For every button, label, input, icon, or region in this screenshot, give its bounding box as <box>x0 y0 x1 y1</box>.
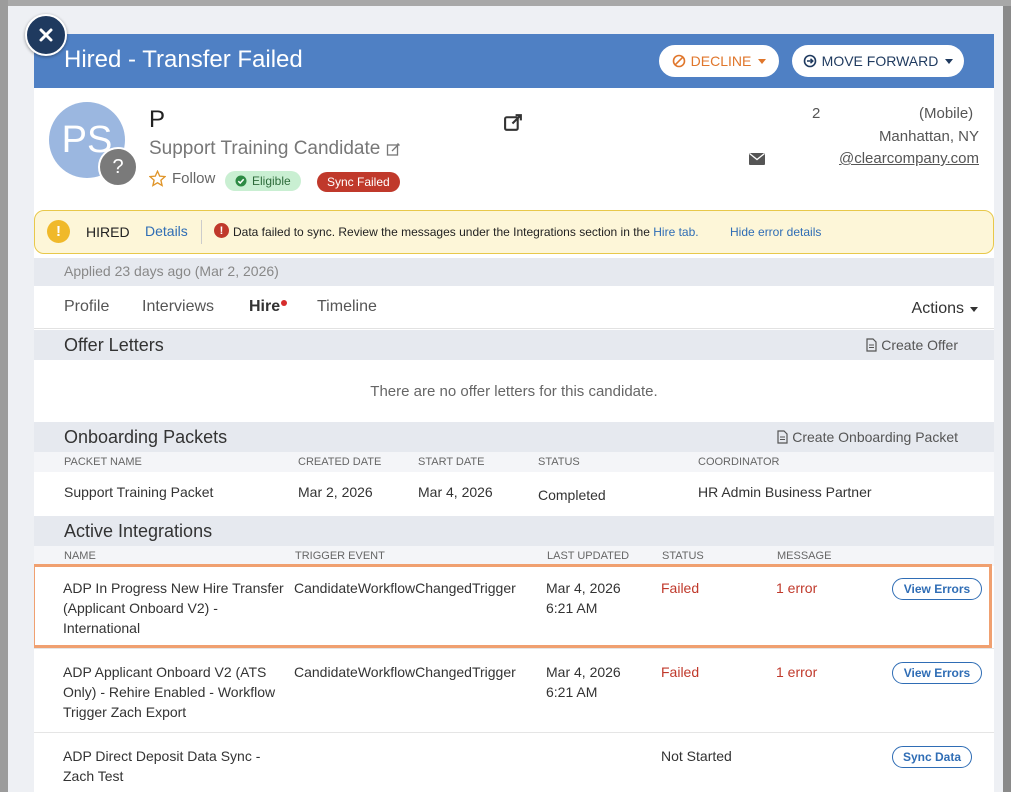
sync-error-alert: ! HIRED Details ! Data failed to sync. R… <box>34 210 994 254</box>
mail-icon <box>749 152 765 170</box>
chevron-down-icon <box>970 306 978 312</box>
divider <box>34 732 994 733</box>
no-offer-letters-text: There are no offer letters for this cand… <box>370 383 658 400</box>
document-icon <box>866 338 877 352</box>
col-name: NAME <box>64 550 96 562</box>
move-forward-label: MOVE FORWARD <box>821 53 939 69</box>
integration-name: ADP Applicant Onboard V2 (ATS Only) - Re… <box>63 664 276 720</box>
modal-header: Hired - Transfer Failed DECLINE MOVE FOR… <box>34 34 994 88</box>
decline-button[interactable]: DECLINE <box>659 45 779 77</box>
close-button[interactable] <box>25 14 67 56</box>
integration-status: Not Started <box>661 748 732 764</box>
hired-status: HIRED <box>86 224 130 240</box>
candidate-name: P <box>149 106 166 133</box>
check-circle-icon <box>235 175 247 187</box>
create-offer-button[interactable]: Create Offer <box>866 337 958 353</box>
question-icon[interactable]: ? <box>98 147 138 187</box>
candidate-role-label: Support Training Candidate <box>149 138 381 159</box>
close-icon <box>39 28 53 42</box>
alert-message: Data failed to sync. Review the messages… <box>233 225 699 239</box>
col-coordinator: COORDINATOR <box>698 456 780 468</box>
contact-email-link[interactable]: @clearcompany.com <box>839 150 979 167</box>
col-message: MESSAGE <box>777 550 832 562</box>
contact-location: Manhattan, NY <box>878 128 979 145</box>
integration-status: Failed <box>661 664 700 680</box>
packet-status: Completed <box>538 487 606 503</box>
col-last-updated: LAST UPDATED <box>547 550 630 562</box>
offer-letters-title: Offer Letters <box>64 335 164 355</box>
move-forward-button[interactable]: MOVE FORWARD <box>792 45 964 77</box>
tab-hire[interactable]: Hire <box>249 298 280 316</box>
notification-dot <box>281 300 287 306</box>
follow-label: Follow <box>172 170 216 187</box>
packet-name: Support Training Packet <box>64 484 214 500</box>
contact-phone-type: (Mobile) <box>919 105 974 122</box>
backdrop-left <box>0 0 8 792</box>
warning-icon: ! <box>47 220 70 243</box>
integration-time: 6:21 AM <box>546 684 598 700</box>
sync-data-button[interactable]: Sync Data <box>892 746 972 768</box>
integration-message: 1 error <box>776 664 818 680</box>
packet-start: Mar 4, 2026 <box>418 484 493 500</box>
details-link[interactable]: Details <box>145 223 188 239</box>
actions-label: Actions <box>911 300 964 317</box>
document-icon <box>777 430 788 444</box>
actions-menu[interactable]: Actions <box>912 300 978 318</box>
col-start-date: START DATE <box>418 456 485 468</box>
applied-text: Applied 23 days ago (Mar 2, 2026) <box>64 263 279 279</box>
edit-icon[interactable] <box>386 142 401 157</box>
onboarding-column-headers: PACKET NAME CREATED DATE START DATE STAT… <box>34 452 994 472</box>
col-status: STATUS <box>662 550 704 562</box>
contact-phone: 2 <box>812 105 821 122</box>
ban-icon <box>672 54 685 68</box>
hide-error-details-link[interactable]: Hide error details <box>730 225 821 239</box>
col-trigger-event: TRIGGER EVENT <box>295 550 385 562</box>
tab-timeline[interactable]: Timeline <box>317 298 377 316</box>
eligible-badge: Eligible <box>225 171 301 191</box>
external-link-icon[interactable] <box>503 112 524 138</box>
candidate-role: Support Training Candidate <box>149 137 401 161</box>
highlight-box <box>34 564 992 648</box>
applied-bar: Applied 23 days ago (Mar 2, 2026) <box>34 258 994 286</box>
integration-column-headers: NAME TRIGGER EVENT LAST UPDATED STATUS M… <box>34 546 994 566</box>
onboarding-packets-header: Onboarding Packets Create Onboarding Pac… <box>34 422 994 452</box>
decline-label: DECLINE <box>690 53 752 69</box>
alert-message-text: Data failed to sync. Review the messages… <box>233 225 654 239</box>
create-offer-label: Create Offer <box>881 337 958 353</box>
col-status: STATUS <box>538 456 580 468</box>
arrow-right-circle-icon <box>803 54 816 68</box>
chevron-down-icon <box>945 58 954 64</box>
candidate-panel: Hired - Transfer Failed DECLINE MOVE FOR… <box>34 34 994 792</box>
view-errors-button[interactable]: View Errors <box>892 662 982 684</box>
hire-tab-link[interactable]: Hire tab. <box>653 225 698 239</box>
candidate-modal: Hired - Transfer Failed DECLINE MOVE FOR… <box>8 6 1003 792</box>
chevron-down-icon <box>758 58 767 64</box>
star-icon <box>149 170 166 187</box>
packet-created: Mar 2, 2026 <box>298 484 373 500</box>
follow-button[interactable]: Follow <box>149 170 215 187</box>
tab-interviews[interactable]: Interviews <box>142 298 214 316</box>
integration-name: ADP Direct Deposit Data Sync - Zach Test <box>63 748 261 784</box>
error-icon: ! <box>214 223 229 238</box>
integration-date: Mar 4, 2026 <box>546 664 621 680</box>
active-integrations-title: Active Integrations <box>64 521 213 541</box>
col-packet-name: PACKET NAME <box>64 456 142 468</box>
create-onboarding-packet-button[interactable]: Create Onboarding Packet <box>777 429 958 445</box>
tab-profile[interactable]: Profile <box>64 298 109 316</box>
packet-coordinator: HR Admin Business Partner <box>698 484 872 500</box>
create-onboarding-packet-label: Create Onboarding Packet <box>792 429 958 445</box>
sync-failed-badge: Sync Failed <box>317 172 400 192</box>
tab-bar: Profile Interviews Hire Timeline Actions <box>34 286 994 329</box>
page-title: Hired - Transfer Failed <box>64 46 303 73</box>
offer-letters-header: Offer Letters Create Offer <box>34 330 994 360</box>
divider <box>201 220 202 244</box>
integration-trigger: CandidateWorkflowChangedTrigger <box>294 664 516 680</box>
onboarding-packets-title: Onboarding Packets <box>64 427 228 447</box>
divider <box>34 648 994 649</box>
col-created-date: CREATED DATE <box>298 456 382 468</box>
active-integrations-header: Active Integrations <box>34 516 994 546</box>
eligible-label: Eligible <box>252 174 291 188</box>
